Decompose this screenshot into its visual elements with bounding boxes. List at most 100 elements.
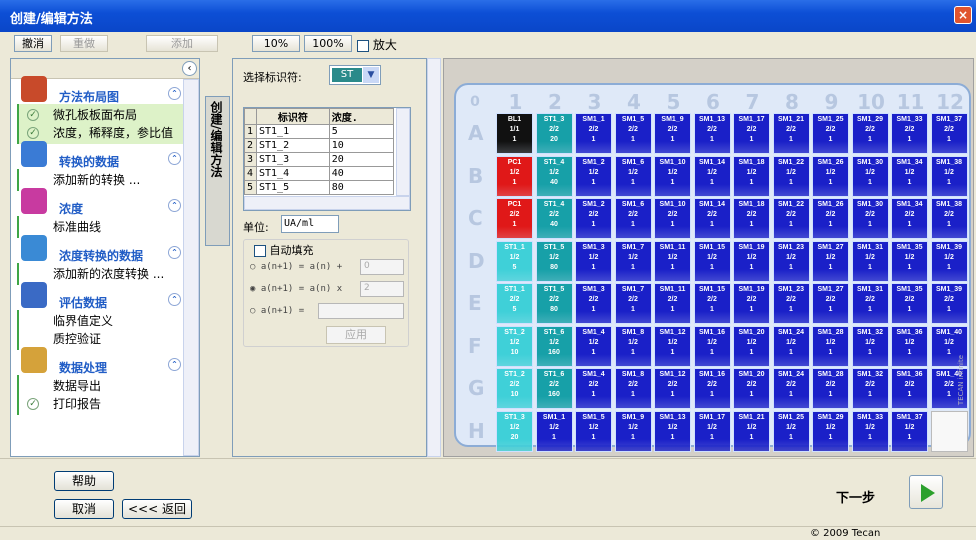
plate-well[interactable]: SM1_10 1/2 1 bbox=[654, 155, 691, 197]
back-button[interactable]: <<< 返回 bbox=[122, 499, 192, 519]
formula-custom-option[interactable]: ○ a(n+1) = bbox=[250, 306, 304, 316]
plate-well[interactable]: PC1 1/2 1 bbox=[496, 155, 533, 197]
plate-well[interactable]: SM1_20 2/2 1 bbox=[733, 368, 770, 409]
plate-well[interactable]: SM1_19 2/2 1 bbox=[733, 283, 770, 324]
plate-well[interactable]: SM1_39 1/2 1 bbox=[930, 240, 968, 282]
table-cell[interactable]: 40 bbox=[328, 166, 395, 181]
next-button[interactable] bbox=[909, 475, 943, 509]
plate-well[interactable]: SM1_31 2/2 1 bbox=[851, 283, 889, 324]
tab-create-edit-method[interactable]: 创建/编辑方法 bbox=[205, 96, 230, 246]
plate-well[interactable]: SM1_9 2/2 1 bbox=[654, 113, 691, 154]
plate-well[interactable]: SM1_27 2/2 1 bbox=[812, 283, 849, 324]
plate-well[interactable]: SM1_23 1/2 1 bbox=[772, 240, 810, 282]
plate-well[interactable]: ST1_6 2/2 160 bbox=[535, 368, 573, 409]
plate-well[interactable]: SM1_3 1/2 1 bbox=[575, 240, 612, 282]
formula-multiply-option[interactable]: ◉ a(n+1) = a(n) x bbox=[250, 284, 342, 294]
plate-well[interactable]: SM1_6 2/2 1 bbox=[614, 198, 652, 239]
plate-well[interactable]: SM1_28 1/2 1 bbox=[812, 325, 849, 367]
plate-well[interactable]: SM1_8 1/2 1 bbox=[614, 325, 652, 367]
plate-well[interactable]: SM1_30 2/2 1 bbox=[851, 198, 889, 239]
plate-well[interactable]: ST1_3 2/2 20 bbox=[535, 113, 573, 154]
table-cell[interactable]: ST1_1 bbox=[256, 124, 330, 139]
redo-button[interactable]: 重做 bbox=[60, 35, 108, 52]
plate-well[interactable]: SM1_15 1/2 1 bbox=[693, 240, 731, 282]
plate-well[interactable]: SM1_17 1/2 1 bbox=[693, 410, 731, 452]
plate-well[interactable]: SM1_37 1/2 1 bbox=[891, 410, 928, 452]
plate-well[interactable]: SM1_26 2/2 1 bbox=[812, 198, 849, 239]
plate-well[interactable]: SM1_5 1/2 1 bbox=[575, 410, 612, 452]
table-horizontal-scrollbar[interactable] bbox=[244, 196, 410, 210]
plate-well[interactable]: SM1_34 1/2 1 bbox=[891, 155, 928, 197]
plate-well[interactable]: SM1_28 2/2 1 bbox=[812, 368, 849, 409]
zoom-100-button[interactable]: 100% bbox=[304, 35, 352, 52]
collapse-section-icon[interactable]: ⌃ bbox=[168, 246, 181, 259]
plate-well[interactable]: ST1_2 2/2 10 bbox=[496, 368, 533, 409]
close-button[interactable]: × bbox=[954, 6, 972, 24]
plate-well[interactable]: SM1_20 1/2 1 bbox=[733, 325, 770, 367]
undo-button[interactable]: 撤消 bbox=[14, 35, 52, 52]
nav-item[interactable]: 添加新的浓度转换 ... bbox=[53, 265, 195, 283]
formula-custom-input[interactable] bbox=[318, 303, 404, 319]
nav-item[interactable]: ✓ 微孔板板面布局 bbox=[27, 106, 195, 124]
plate-well[interactable]: SM1_7 1/2 1 bbox=[614, 240, 652, 282]
nav-section-header[interactable]: 评估数据 ⌃ bbox=[17, 282, 195, 310]
plate-well[interactable]: SM1_22 2/2 1 bbox=[772, 198, 810, 239]
unit-input[interactable]: UA/ml bbox=[281, 215, 339, 233]
autofill-checkbox[interactable]: 自动填充 bbox=[254, 242, 314, 258]
plate-well[interactable]: SM1_25 1/2 1 bbox=[772, 410, 810, 452]
plate-well[interactable]: SM1_36 1/2 1 bbox=[891, 325, 928, 367]
table-cell[interactable]: ST1_5 bbox=[256, 180, 330, 195]
apply-button[interactable]: 应用 bbox=[326, 326, 386, 344]
left-scrollbar[interactable] bbox=[183, 79, 199, 456]
plate-well[interactable]: SM1_29 1/2 1 bbox=[812, 410, 849, 452]
middle-scrollbar[interactable] bbox=[427, 58, 441, 457]
plate-well[interactable]: SM1_11 1/2 1 bbox=[654, 240, 691, 282]
plate-well[interactable]: SM1_21 1/2 1 bbox=[733, 410, 770, 452]
plate-well[interactable]: SM1_32 1/2 1 bbox=[851, 325, 889, 367]
plate-well[interactable]: SM1_5 2/2 1 bbox=[614, 113, 652, 154]
plate-well[interactable]: SM1_19 1/2 1 bbox=[733, 240, 770, 282]
plate-well[interactable]: SM1_38 2/2 1 bbox=[930, 198, 968, 239]
plate-well[interactable]: ST1_1 1/2 5 bbox=[496, 240, 533, 282]
plate-well[interactable]: SM1_21 2/2 1 bbox=[772, 113, 810, 154]
plate-well[interactable]: SM1_14 1/2 1 bbox=[693, 155, 731, 197]
nav-item[interactable]: ✓ 打印报告 bbox=[27, 395, 195, 413]
plate-well[interactable]: SM1_14 2/2 1 bbox=[693, 198, 731, 239]
table-cell[interactable]: ST1_3 bbox=[256, 152, 330, 167]
plate-well[interactable]: SM1_16 2/2 1 bbox=[693, 368, 731, 409]
plate-well[interactable]: SM1_1 2/2 1 bbox=[575, 113, 612, 154]
plate-well[interactable]: SM1_6 1/2 1 bbox=[614, 155, 652, 197]
plate-well[interactable]: SM1_2 2/2 1 bbox=[575, 198, 612, 239]
table-cell[interactable]: 1 bbox=[244, 124, 257, 139]
collapse-section-icon[interactable]: ⌃ bbox=[168, 87, 181, 100]
plate-well[interactable]: SM1_11 2/2 1 bbox=[654, 283, 691, 324]
nav-section-header[interactable]: 方法布局图 ⌃ bbox=[17, 76, 195, 104]
zoom-10-button[interactable]: 10% bbox=[252, 35, 300, 52]
plate-well[interactable]: ST1_1 2/2 5 bbox=[496, 283, 533, 324]
plate-well[interactable]: SM1_27 1/2 1 bbox=[812, 240, 849, 282]
add-button[interactable]: 添加 bbox=[146, 35, 218, 52]
table-cell[interactable]: 10 bbox=[328, 138, 395, 153]
plate-well[interactable]: SM1_4 2/2 1 bbox=[575, 368, 612, 409]
plate-well[interactable]: SM1_33 2/2 1 bbox=[891, 113, 928, 154]
plate-well[interactable]: SM1_36 2/2 1 bbox=[891, 368, 928, 409]
nav-section-header[interactable]: 浓度 ⌃ bbox=[17, 188, 195, 216]
plate-well[interactable]: ST1_5 1/2 80 bbox=[535, 240, 573, 282]
plate-well[interactable]: SM1_26 1/2 1 bbox=[812, 155, 849, 197]
zoom-in-checkbox[interactable]: 放大 bbox=[357, 36, 397, 53]
collapse-section-icon[interactable]: ⌃ bbox=[168, 152, 181, 165]
plate-well[interactable]: SM1_12 2/2 1 bbox=[654, 368, 691, 409]
plate-well[interactable]: SM1_29 2/2 1 bbox=[851, 113, 889, 154]
collapse-section-icon[interactable]: ⌃ bbox=[168, 358, 181, 371]
plate-well[interactable]: SM1_13 2/2 1 bbox=[693, 113, 731, 154]
plate-well[interactable]: SM1_15 2/2 1 bbox=[693, 283, 731, 324]
collapse-section-icon[interactable]: ⌃ bbox=[168, 293, 181, 306]
nav-item[interactable]: ✓ 浓度，稀释度，参比值 bbox=[27, 124, 195, 142]
plate-well[interactable]: SM1_10 2/2 1 bbox=[654, 198, 691, 239]
plate-well[interactable]: ST1_2 1/2 10 bbox=[496, 325, 533, 367]
plate-well[interactable]: SM1_35 1/2 1 bbox=[891, 240, 928, 282]
formula-add-option[interactable]: ○ a(n+1) = a(n) + bbox=[250, 262, 342, 272]
identifier-select[interactable]: ST ▼ bbox=[329, 65, 381, 85]
plate-well[interactable]: SM1_24 1/2 1 bbox=[772, 325, 810, 367]
plate-well[interactable]: SM1_38 1/2 1 bbox=[930, 155, 968, 197]
